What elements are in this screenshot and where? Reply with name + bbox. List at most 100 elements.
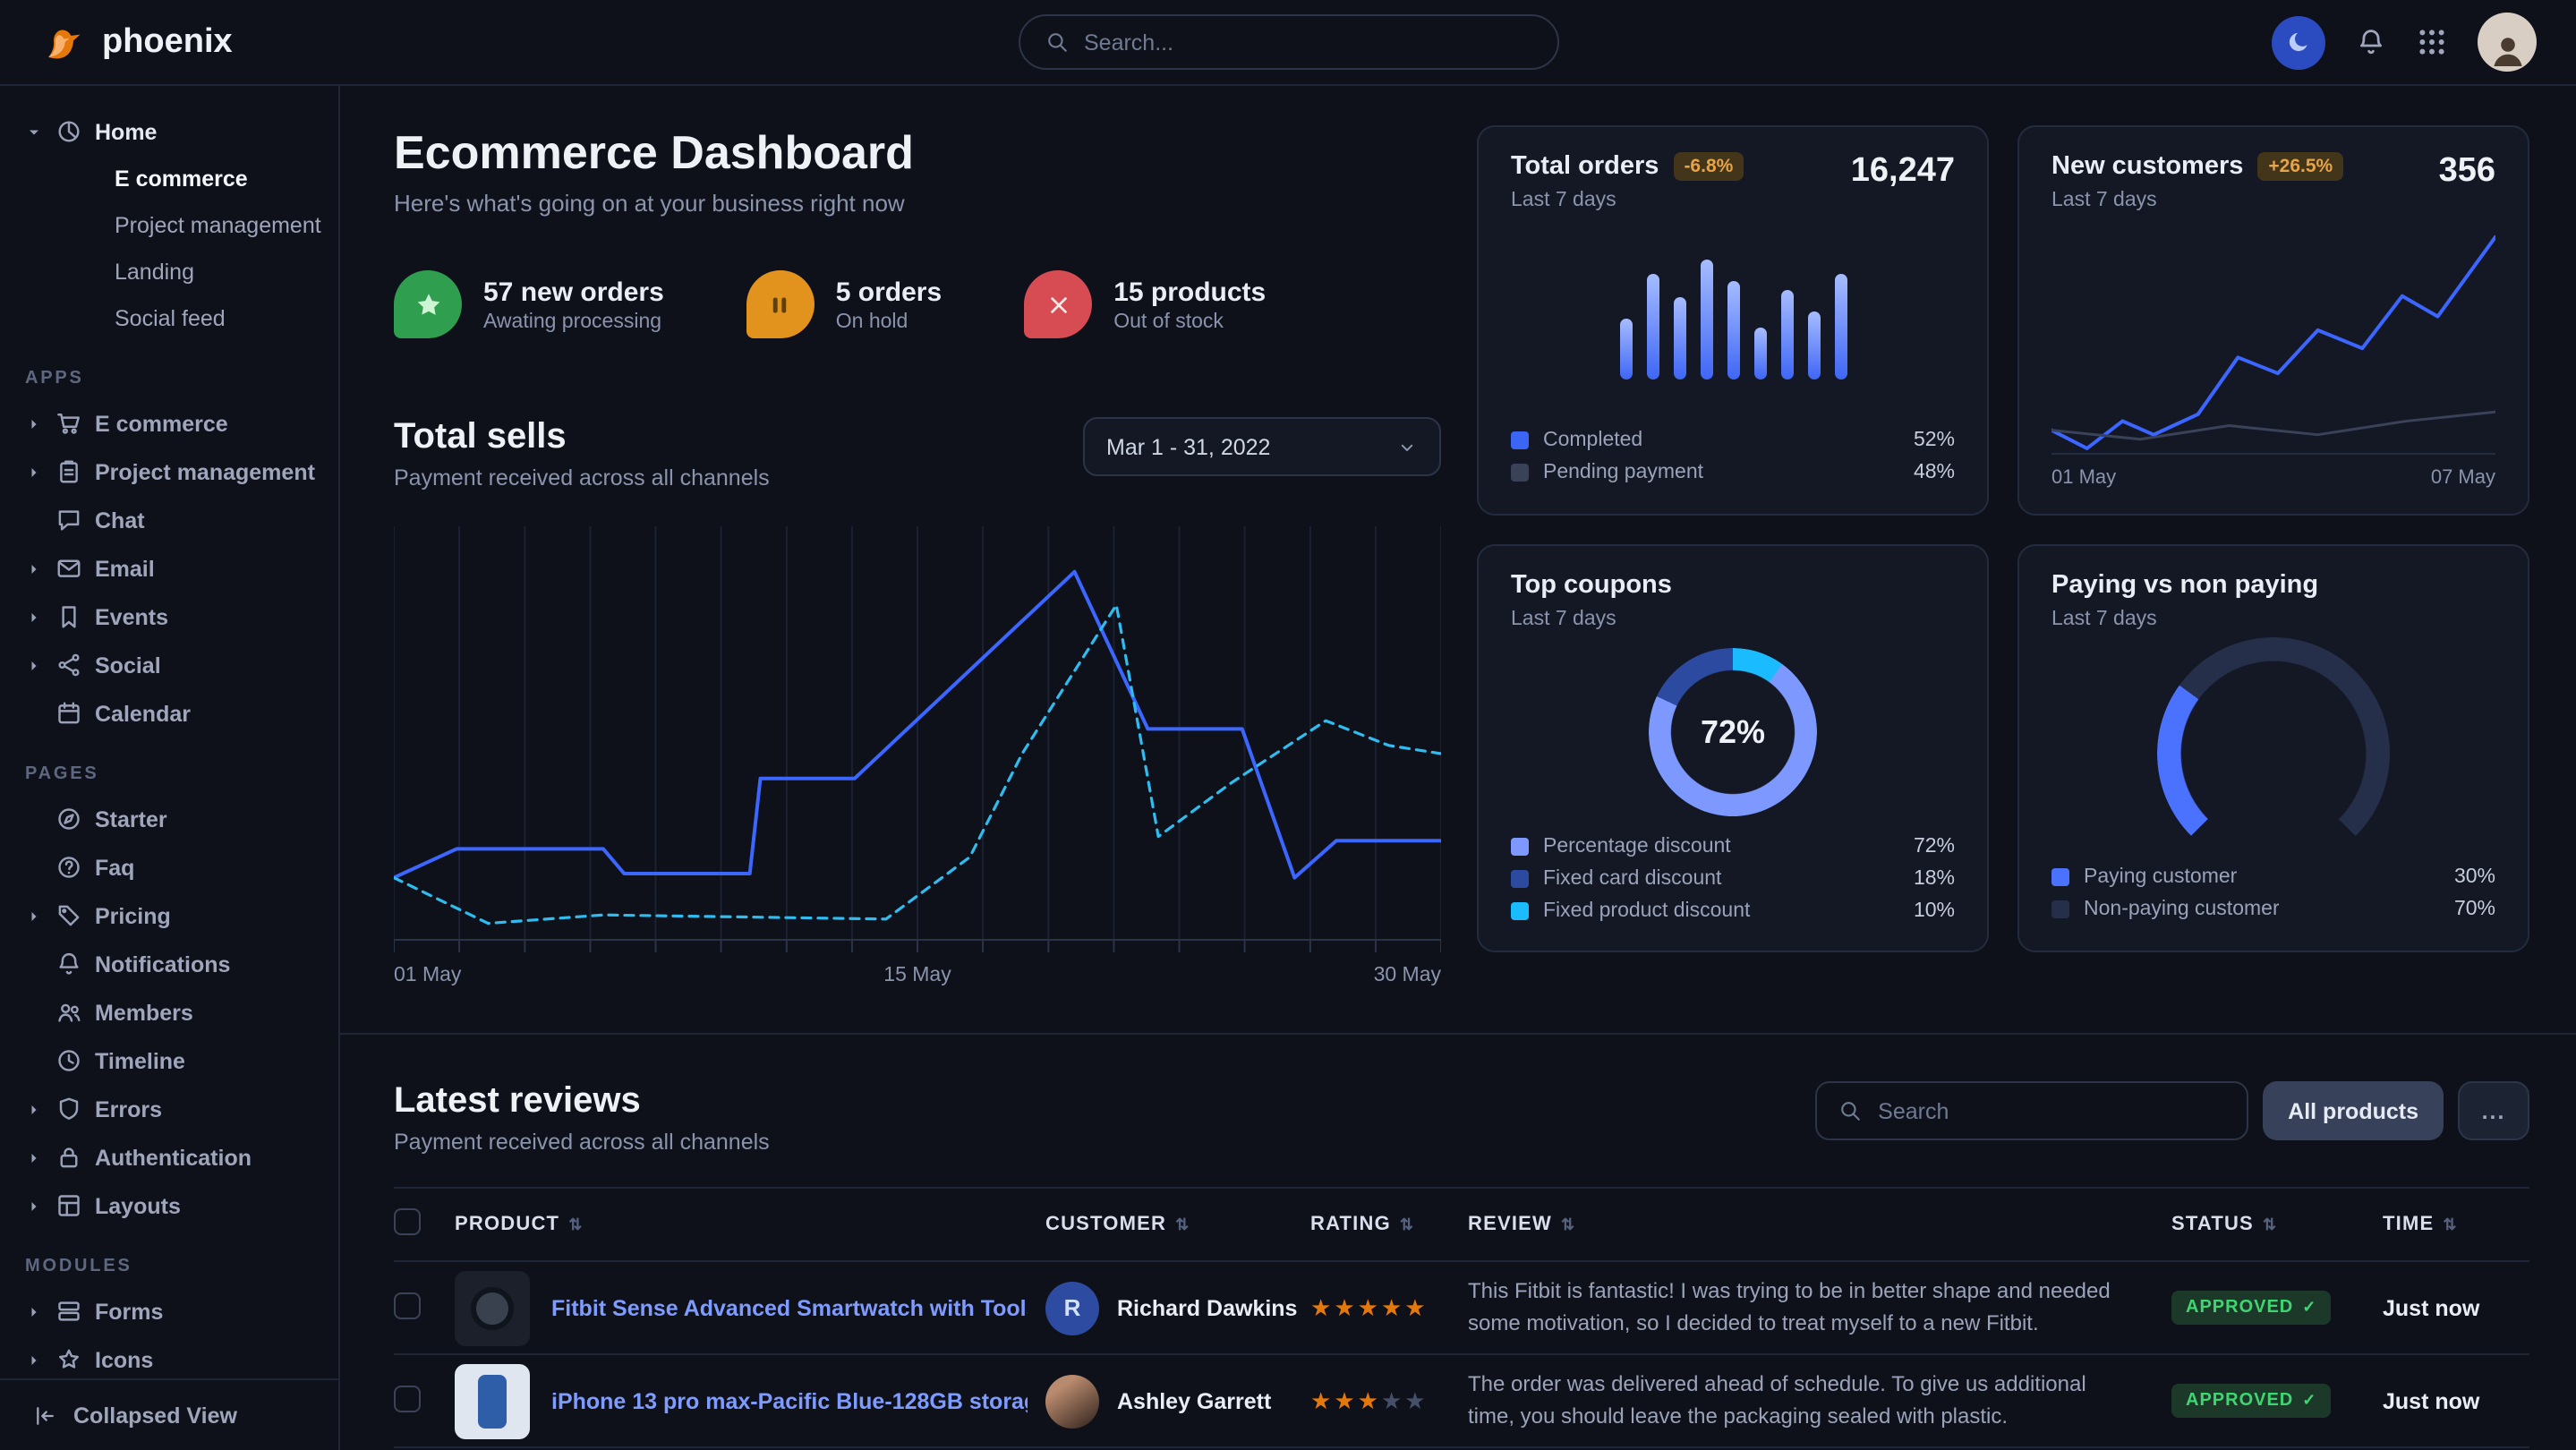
sidebar-item-home[interactable]: Home: [25, 107, 313, 156]
sidebar-subitem-social-feed[interactable]: Social feed: [25, 295, 313, 342]
legend-item-pending-payment: Pending payment48%: [1511, 456, 1955, 489]
clipboard-icon: [55, 458, 82, 485]
date-range-select[interactable]: Mar 1 - 31, 2022: [1083, 417, 1441, 476]
sidebar-item-pricing[interactable]: Pricing: [25, 891, 313, 940]
product-thumbnail: [455, 1363, 530, 1438]
column-header-customer[interactable]: CUSTOMER⇅: [1045, 1214, 1310, 1235]
sidebar-item-timeline[interactable]: Timeline: [25, 1036, 313, 1085]
order-bar: [1807, 311, 1820, 380]
sidebar-item-email[interactable]: Email: [25, 544, 313, 593]
more-options-button[interactable]: ...: [2458, 1081, 2529, 1140]
navbar-actions: [2272, 13, 2537, 72]
x-label: 01 May: [2051, 467, 2116, 489]
legend-label: Fixed card discount: [1543, 868, 1721, 890]
sidebar-section-label-modules: MODULES: [25, 1257, 313, 1276]
sidebar-item-authentication[interactable]: Authentication: [25, 1133, 313, 1181]
sidebar-item-label: Home: [95, 119, 157, 144]
search-icon: [1045, 30, 1068, 54]
sidebar-item-events[interactable]: Events: [25, 593, 313, 641]
sidebar-item-faq[interactable]: Faq: [25, 843, 313, 891]
product-link[interactable]: iPhone 13 pro max-Pacific Blue-128GB sto…: [551, 1388, 1028, 1413]
stat-value: 15 products: [1113, 277, 1266, 307]
column-header-review[interactable]: REVIEW⇅: [1468, 1214, 2171, 1235]
collapsed-view-toggle[interactable]: Collapsed View: [0, 1378, 338, 1450]
legend-swatch: [1511, 431, 1529, 449]
order-bar: [1727, 282, 1739, 380]
column-header-status[interactable]: STATUS⇅: [2171, 1214, 2383, 1235]
pie-icon: [55, 118, 82, 145]
collapse-icon: [32, 1403, 57, 1428]
legend-swatch: [1511, 838, 1529, 856]
sidebar-item-chat[interactable]: Chat: [25, 496, 313, 544]
sidebar-item-calendar[interactable]: Calendar: [25, 689, 313, 738]
card-title: Total orders: [1511, 152, 1659, 181]
sidebar-item-label: Pricing: [95, 903, 171, 928]
row-checkbox[interactable]: [394, 1385, 421, 1412]
sidebar-item-icons[interactable]: Icons: [25, 1335, 313, 1378]
caret-right-icon: [25, 1351, 43, 1369]
sort-icon: ⇅: [2263, 1215, 2277, 1234]
card-title: Paying vs non paying: [2051, 571, 2318, 600]
stat-out-of-stock: 15 products Out of stock: [1024, 270, 1266, 338]
caret-right-icon: [25, 463, 43, 481]
sidebar-subitem-e-commerce[interactable]: E commerce: [25, 156, 313, 202]
sidebar-item-label: Notifications: [95, 951, 230, 977]
sidebar-item-errors[interactable]: Errors: [25, 1085, 313, 1133]
paying-gauge-chart: [2157, 637, 2390, 838]
sidebar-subitem-project-management[interactable]: Project management: [25, 202, 313, 249]
brand-logo[interactable]: phoenix: [39, 18, 233, 66]
sidebar-item-project-management[interactable]: Project management: [25, 448, 313, 496]
sidebar-item-forms[interactable]: Forms: [25, 1287, 313, 1335]
top-navbar: phoenix: [0, 0, 2576, 86]
sort-icon: ⇅: [1400, 1215, 1414, 1234]
star-o-icon: [55, 1346, 82, 1373]
caret-right-icon: [25, 1197, 43, 1215]
customer-name: Richard Dawkins: [1117, 1295, 1297, 1320]
user-avatar[interactable]: [2478, 13, 2537, 72]
sidebar-item-members[interactable]: Members: [25, 988, 313, 1036]
review-time: Just now: [2383, 1388, 2529, 1413]
sidebar-item-label: Events: [95, 604, 168, 629]
chat-icon: [55, 507, 82, 533]
bookmark-icon: [55, 603, 82, 630]
sidebar-subitem-landing[interactable]: Landing: [25, 249, 313, 295]
caret-right-icon: [25, 559, 43, 577]
all-products-button[interactable]: All products: [2263, 1081, 2444, 1140]
legend-value: 72%: [1914, 836, 1955, 857]
legend-value: 10%: [1914, 900, 1955, 922]
notifications-bell-icon[interactable]: [2356, 27, 2386, 57]
moon-icon: [2285, 29, 2312, 55]
column-header-rating[interactable]: RATING⇅: [1310, 1214, 1468, 1235]
order-bar: [1834, 274, 1847, 380]
sidebar-item-starter[interactable]: Starter: [25, 795, 313, 843]
legend-item-fixed-card-discount: Fixed card discount18%: [1511, 863, 1955, 895]
order-bar: [1619, 320, 1632, 380]
reviews-search-input[interactable]: [1878, 1098, 2225, 1123]
lock-icon: [55, 1144, 82, 1171]
sidebar-item-layouts[interactable]: Layouts: [25, 1181, 313, 1230]
stat-caption: Out of stock: [1113, 311, 1266, 332]
sidebar-item-notifications[interactable]: Notifications: [25, 940, 313, 988]
column-header-product[interactable]: PRODUCT⇅: [455, 1214, 1045, 1235]
reviews-search[interactable]: [1815, 1081, 2248, 1140]
sidebar-item-social[interactable]: Social: [25, 641, 313, 689]
reviews-toolbar: All products ...: [1815, 1081, 2529, 1140]
global-search[interactable]: [1018, 14, 1558, 70]
sidebar-item-label: Faq: [95, 855, 134, 880]
sidebar-item-label: Layouts: [95, 1193, 181, 1218]
column-header-time[interactable]: TIME⇅: [2383, 1214, 2529, 1235]
legend-label: Fixed product discount: [1543, 900, 1750, 922]
row-checkbox[interactable]: [394, 1292, 421, 1318]
trend-badge: +26.5%: [2257, 152, 2343, 181]
reviews-table: PRODUCT⇅CUSTOMER⇅RATING⇅REVIEW⇅STATUS⇅TI…: [394, 1187, 2529, 1450]
theme-toggle-button[interactable]: [2272, 15, 2325, 69]
select-all-checkbox[interactable]: [394, 1208, 421, 1235]
review-time: Just now: [2383, 1295, 2529, 1320]
x-label: 15 May: [883, 965, 951, 986]
product-link[interactable]: Fitbit Sense Advanced Smartwatch with To…: [551, 1295, 1028, 1320]
caret-right-icon: [25, 656, 43, 674]
apps-grid-icon[interactable]: [2417, 27, 2447, 57]
sidebar-item-e-commerce[interactable]: E commerce: [25, 399, 313, 448]
check-icon: ✓: [2302, 1391, 2316, 1411]
search-input[interactable]: [1084, 30, 1531, 55]
